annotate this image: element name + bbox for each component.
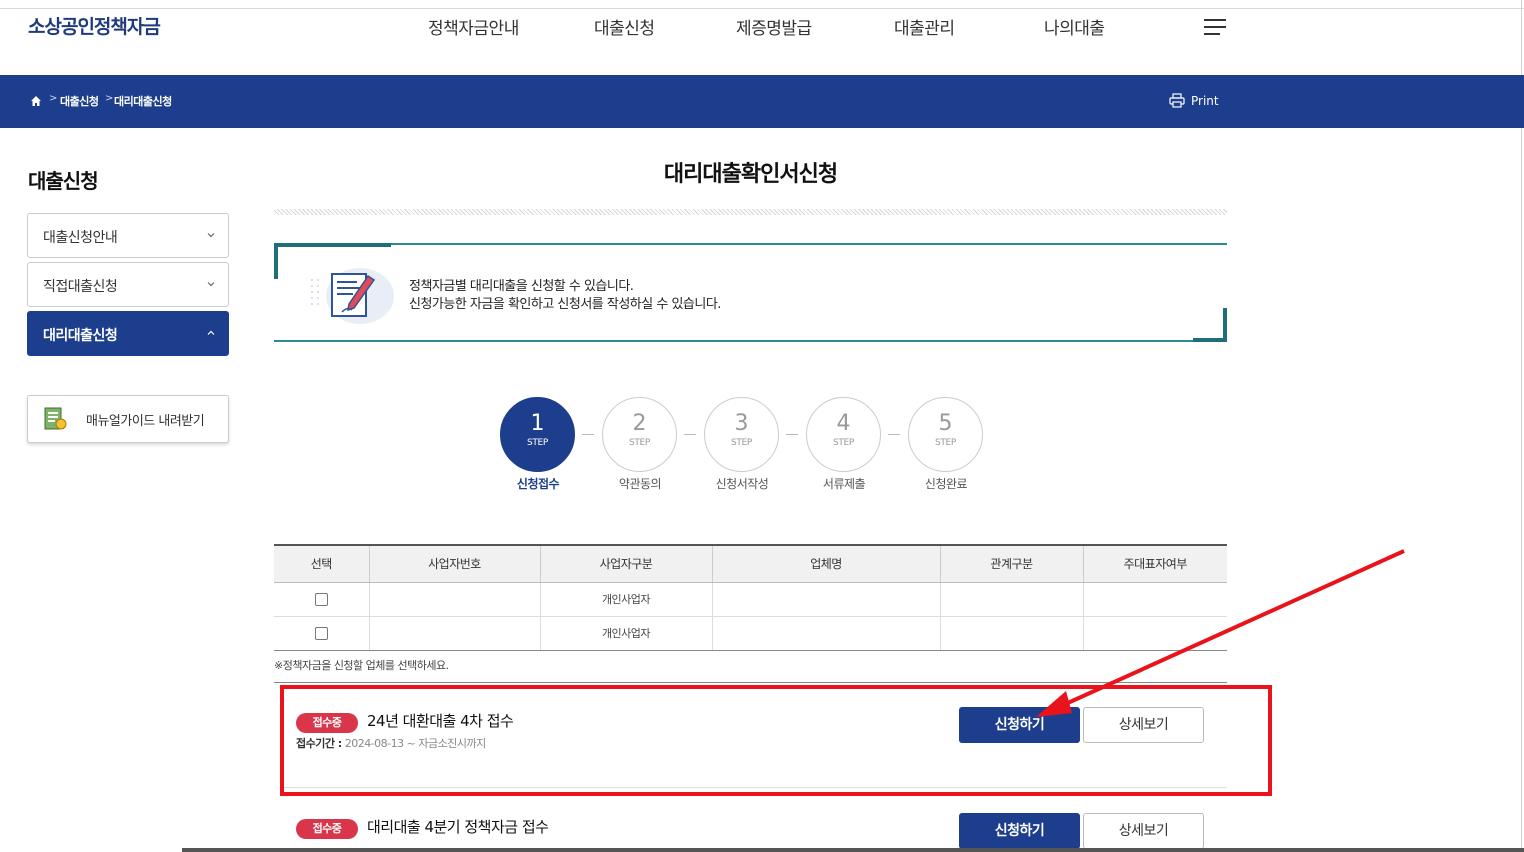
info-box-corner	[1193, 308, 1227, 342]
sidebar-item-label: 직접대출신청	[43, 279, 118, 295]
info-line: 신청가능한 자금을 확인하고 신청서를 작성하실 수 있습니다.	[409, 297, 721, 312]
step-5: 5 STEP	[908, 397, 983, 472]
sidebar-item-loan-guide[interactable]: 대출신청안내	[27, 213, 229, 258]
hamburger-icon[interactable]	[1204, 19, 1226, 35]
step-label: STEP	[628, 438, 651, 448]
breadcrumb-separator: >	[105, 93, 114, 104]
detail-button[interactable]: 상세보기	[1083, 813, 1204, 849]
step-label: STEP	[730, 438, 753, 448]
nav-loan-application[interactable]: 대출신청	[594, 14, 655, 39]
nav-loan-management[interactable]: 대출관리	[894, 14, 955, 39]
step-label: STEP	[526, 438, 549, 448]
step-number: 4	[836, 411, 851, 436]
step-3: 3 STEP	[704, 397, 779, 472]
select-checkbox[interactable]	[314, 592, 328, 606]
step-name-4: 서류제출	[822, 477, 866, 491]
sidebar-item-direct-loan[interactable]: 직접대출신청	[27, 262, 229, 307]
table-cell: 개인사업자	[540, 616, 713, 651]
sidebar-item-proxy-loan[interactable]: 대리대출신청	[27, 311, 229, 356]
selection-note: ※정책자금을 신청할 업체를 선택하세요.	[274, 659, 449, 672]
step-number: 2	[632, 411, 647, 436]
step-connector	[786, 434, 798, 435]
site-header: 소상공인정책자금 정책자금안내 대출신청 제증명발급 대출관리 나의대출	[0, 0, 1524, 75]
print-button[interactable]: Print	[1169, 93, 1219, 108]
step-connector	[684, 434, 696, 435]
status-badge: 접수중	[296, 819, 358, 839]
step-2: 2 STEP	[602, 397, 677, 472]
step-connector	[582, 434, 594, 435]
apply-button[interactable]: 신청하기	[959, 813, 1080, 849]
manual-download-label: 매뉴얼가이드 내려받기	[86, 414, 205, 429]
site-logo[interactable]: 소상공인정책자금	[28, 12, 161, 39]
step-number: 1	[530, 411, 545, 436]
printer-icon	[1169, 93, 1185, 108]
manual-document-icon	[44, 407, 67, 430]
bottom-scroll-bar	[182, 848, 1524, 852]
chevron-up-icon	[207, 330, 215, 335]
chevron-down-icon	[207, 233, 215, 238]
step-4: 4 STEP	[806, 397, 881, 472]
breadcrumb-bar	[0, 75, 1524, 128]
step-connector	[888, 434, 900, 435]
table-cell	[712, 582, 941, 617]
table-cell-select	[274, 582, 370, 617]
step-name-1: 신청접수	[516, 477, 560, 491]
step-name-5: 신청완료	[924, 477, 968, 491]
page-title: 대리대출확인서신청	[663, 162, 838, 187]
breadcrumb-separator: >	[49, 93, 58, 104]
select-checkbox[interactable]	[314, 626, 328, 640]
table-cell	[712, 616, 941, 651]
info-line: 정책자금별 대리대출을 신청할 수 있습니다.	[409, 279, 634, 294]
step-name-2: 약관동의	[618, 477, 662, 491]
column-header: 선택	[274, 544, 370, 583]
annotation-arrow-icon	[1036, 549, 1405, 717]
column-header: 사업자번호	[369, 544, 541, 583]
table-cell	[369, 616, 541, 651]
step-1: 1 STEP	[500, 397, 575, 472]
table-cell-select	[274, 616, 370, 651]
chevron-down-icon	[207, 282, 215, 287]
sidebar-title: 대출신청	[28, 169, 99, 193]
print-label: Print	[1191, 93, 1219, 108]
info-text: 정책자금별 대리대출을 신청할 수 있습니다. 신청가능한 자금을 확인하고 신…	[409, 278, 721, 314]
breadcrumb-proxy-loan[interactable]: 대리대출신청	[114, 93, 172, 109]
home-icon[interactable]	[30, 95, 42, 107]
step-number: 3	[734, 411, 749, 436]
step-number: 5	[938, 411, 953, 436]
breadcrumb-loan-application[interactable]: 대출신청	[60, 93, 99, 109]
nav-policy-fund-guide[interactable]: 정책자금안내	[428, 14, 519, 39]
column-header: 사업자구분	[540, 544, 713, 583]
table-cell: 개인사업자	[540, 582, 713, 617]
fund-title: 대리대출 4분기 정책자금 접수	[367, 818, 549, 836]
nav-my-loan[interactable]: 나의대출	[1044, 14, 1105, 39]
table-cell	[369, 582, 541, 617]
nav-certificate-issue[interactable]: 제증명발급	[736, 14, 812, 39]
step-label: STEP	[832, 438, 855, 448]
step-name-3: 신청서작성	[715, 477, 769, 491]
column-header: 업체명	[712, 544, 941, 583]
sidebar-item-label: 대출신청안내	[43, 230, 118, 246]
step-label: STEP	[934, 438, 957, 448]
sidebar-item-label: 대리대출신청	[43, 328, 118, 344]
document-pen-icon	[311, 268, 394, 324]
manual-download-button[interactable]: 매뉴얼가이드 내려받기	[27, 395, 229, 443]
title-divider	[274, 209, 1227, 215]
